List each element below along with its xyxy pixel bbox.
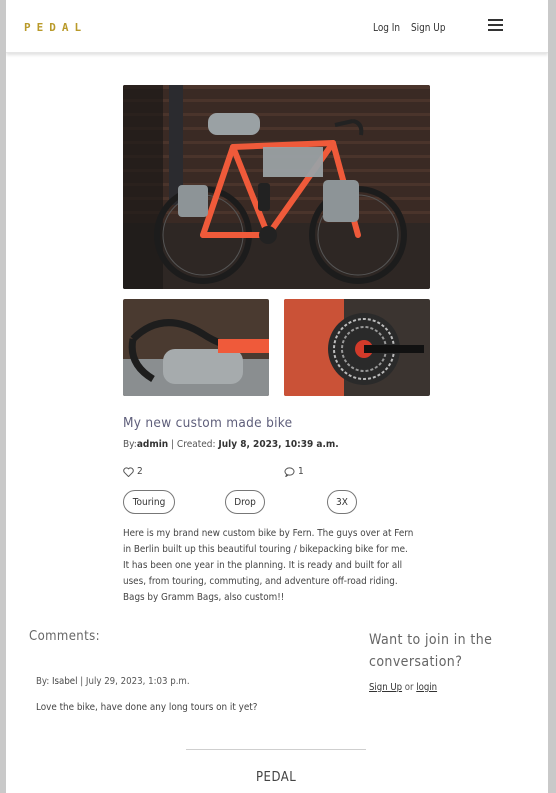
footer-divider: [186, 749, 366, 750]
comments-heading: Comments:: [29, 629, 100, 644]
post-meta: By:admin | Created: July 8, 2023, 10:39 …: [123, 439, 339, 450]
bike-photo: [123, 85, 430, 289]
heart-icon[interactable]: [123, 466, 134, 477]
post-thumbnail-2[interactable]: [284, 299, 430, 396]
post-thumbnail-1[interactable]: [123, 299, 269, 396]
comment-date: | July 29, 2023, 1:03 p.m.: [80, 676, 190, 687]
hamburger-menu-icon[interactable]: [488, 19, 503, 32]
comment-by-label: By:: [36, 676, 50, 687]
crankset-photo: [284, 299, 430, 396]
post-created-date: July 8, 2023, 10:39 a.m.: [218, 439, 339, 450]
post-main-image[interactable]: [123, 85, 430, 289]
page-frame: PEDAL Log In Sign Up My new custom made …: [6, 0, 548, 793]
created-label: | Created:: [171, 439, 216, 450]
likes-value: 2: [137, 466, 143, 477]
comment-count[interactable]: 1: [284, 466, 304, 477]
tag-3x[interactable]: 3X: [327, 490, 357, 514]
join-heading: Want to join in the conversation?: [369, 632, 493, 670]
brand-logo[interactable]: PEDAL: [24, 21, 87, 34]
signup-link[interactable]: Sign Up: [411, 22, 446, 34]
comments-value: 1: [298, 466, 304, 477]
join-links: Sign Up or login: [369, 682, 437, 693]
join-signup-link[interactable]: Sign Up: [369, 682, 402, 693]
comment-text: Love the bike, have done any long tours …: [36, 702, 258, 713]
by-label: By:: [123, 439, 137, 450]
post-author[interactable]: admin: [137, 439, 168, 450]
post-description: Here is my brand new custom bike by Fern…: [123, 528, 414, 603]
tag-drop[interactable]: Drop: [225, 490, 265, 514]
tag-touring[interactable]: Touring: [123, 490, 175, 514]
post-title: My new custom made bike: [123, 415, 293, 431]
footer-brand[interactable]: PEDAL: [256, 770, 296, 785]
comment-author[interactable]: Isabel: [52, 676, 78, 687]
login-link[interactable]: Log In: [373, 22, 400, 34]
top-navbar: PEDAL Log In Sign Up: [6, 0, 548, 53]
comment-bubble-icon[interactable]: [284, 466, 295, 477]
join-or-text: or: [404, 682, 414, 693]
handlebar-photo: [123, 299, 269, 396]
join-login-link[interactable]: login: [416, 682, 437, 693]
comment-meta: By: Isabel | July 29, 2023, 1:03 p.m.: [36, 676, 190, 687]
like-count[interactable]: 2: [123, 466, 143, 477]
